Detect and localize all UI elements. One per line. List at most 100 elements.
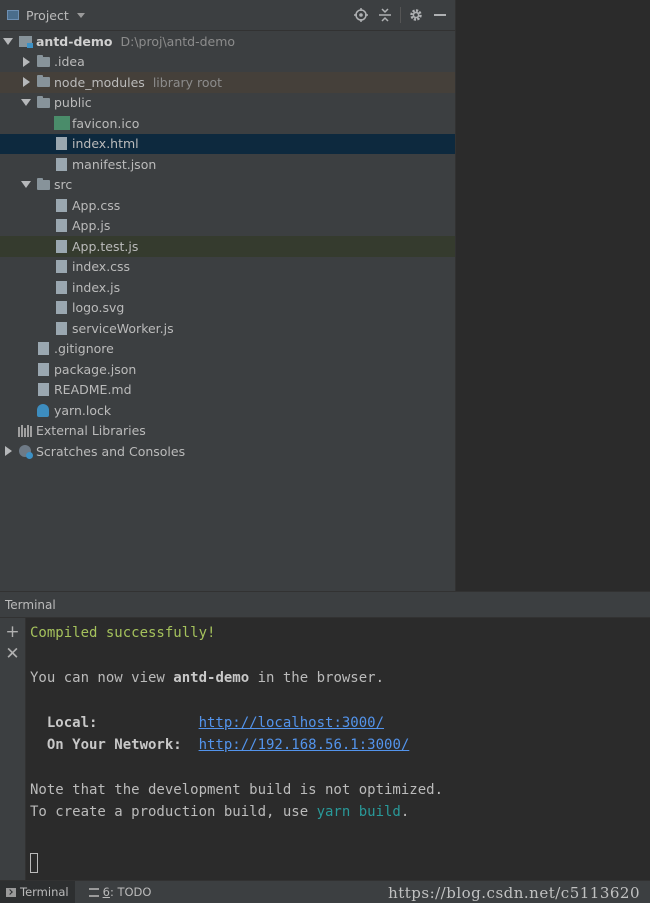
yarn-icon — [36, 403, 50, 417]
js-file-icon — [54, 219, 68, 233]
html-file-icon — [54, 137, 68, 151]
library-icon — [18, 424, 32, 438]
tree-item[interactable]: favicon.ico — [0, 113, 455, 134]
text-file-icon — [36, 342, 50, 356]
todo-tab-number: 6 — [102, 885, 110, 899]
tree-item[interactable]: index.html — [0, 133, 455, 154]
tree-item[interactable]: App.css — [0, 195, 455, 216]
collapsed-arrow-icon[interactable] — [20, 56, 32, 67]
tree-item[interactable]: Scratches and Consoles — [0, 441, 455, 462]
tree-item[interactable]: src — [0, 175, 455, 196]
tree-item[interactable]: index.css — [0, 257, 455, 278]
view-text-post: in the browser. — [249, 669, 385, 686]
scratches-icon — [18, 444, 33, 460]
tree-item[interactable]: antd-demo D:\proj\antd-demo — [0, 31, 455, 52]
folder-icon — [36, 177, 50, 192]
expanded-arrow-icon[interactable] — [2, 37, 14, 45]
tree-item[interactable]: public — [0, 93, 455, 114]
collapsed-arrow-icon[interactable] — [20, 77, 32, 88]
tree-item-label: External Libraries — [36, 423, 146, 439]
js-file-icon — [54, 280, 68, 294]
add-icon[interactable]: + — [0, 621, 25, 643]
tree-item-hint: library root — [152, 74, 223, 90]
tree-item[interactable]: README.md — [0, 380, 455, 401]
tree-item-label: App.js — [72, 218, 111, 234]
network-url-link[interactable]: http://192.168.56.1:3000/ — [199, 737, 410, 753]
prod-command: yarn build — [316, 804, 401, 821]
collapsed-arrow-icon[interactable] — [2, 446, 14, 457]
tree-item[interactable]: index.js — [0, 277, 455, 298]
view-message: You can now view antd-demo in the browse… — [30, 667, 650, 689]
js-file-icon — [54, 239, 68, 253]
terminal-cursor — [30, 852, 38, 873]
tree-item-label: package.json — [54, 361, 137, 377]
tree-item-label: logo.svg — [72, 300, 125, 316]
tree-item[interactable]: App.js — [0, 216, 455, 237]
css-file-icon — [54, 198, 68, 212]
tree-item-label: favicon.ico — [72, 115, 140, 131]
terminal-icon — [6, 887, 16, 897]
tree-item-label: node_modules — [54, 74, 145, 90]
tree-item[interactable]: logo.svg — [0, 298, 455, 319]
tree-item-label: index.css — [72, 259, 131, 275]
tree-item-label: .gitignore — [54, 341, 114, 357]
tree-item-label: yarn.lock — [54, 402, 112, 418]
project-panel-header: Project — [0, 0, 455, 31]
local-url-line: Local: http://localhost:3000/ — [30, 712, 650, 734]
app-name: antd-demo — [173, 669, 250, 686]
expanded-arrow-icon[interactable] — [20, 181, 32, 189]
terminal-output[interactable]: Compiled successfully! You can now view … — [26, 618, 650, 880]
project-panel-title[interactable]: Project — [26, 8, 69, 23]
tree-item-label: App.css — [72, 197, 121, 213]
tree-item-label: index.js — [72, 279, 121, 295]
project-panel: Project antd-demo D:\proj\antd-demo .idea n… — [0, 0, 455, 591]
tree-item[interactable]: .gitignore — [0, 339, 455, 360]
tree-item-label: manifest.json — [72, 156, 157, 172]
tree-item[interactable]: yarn.lock — [0, 400, 455, 421]
tree-item[interactable]: .idea — [0, 52, 455, 73]
md-file-icon — [36, 383, 50, 397]
tool-tab-terminal[interactable]: Terminal — [0, 881, 75, 903]
js-file-icon — [54, 321, 68, 335]
ico-file-icon — [53, 115, 70, 130]
watermark-text: https://blog.csdn.net/c5113620 — [388, 884, 640, 902]
close-icon[interactable]: ✕ — [0, 643, 25, 665]
tree-item[interactable]: manifest.json — [0, 154, 455, 175]
editor-area — [455, 0, 650, 591]
project-header-toolbar — [352, 6, 449, 24]
toolbar-divider — [400, 7, 401, 23]
module-icon — [18, 34, 33, 48]
chevron-down-icon[interactable] — [76, 12, 85, 18]
todo-list-icon — [88, 887, 99, 897]
folder-icon — [36, 95, 50, 110]
terminal-side-toolbar: + ✕ — [0, 618, 26, 880]
tree-item-label: README.md — [54, 382, 132, 398]
locate-icon[interactable] — [352, 6, 370, 24]
folder-icon — [36, 54, 50, 69]
collapse-all-icon[interactable] — [376, 6, 394, 24]
tree-item-label: App.test.js — [72, 238, 139, 254]
local-url-link[interactable]: http://localhost:3000/ — [199, 715, 384, 731]
prod-text-pre: To create a production build, use — [30, 804, 317, 821]
gear-icon[interactable] — [407, 6, 425, 24]
folder-icon — [36, 75, 50, 89]
json-file-icon — [36, 362, 50, 376]
tree-item[interactable]: External Libraries — [0, 421, 455, 442]
svg-file-icon — [54, 301, 68, 315]
expanded-arrow-icon[interactable] — [20, 99, 32, 107]
hide-panel-icon[interactable] — [431, 6, 449, 24]
view-text-pre: You can now view — [30, 669, 174, 686]
tree-item-label: index.html — [72, 136, 139, 152]
tree-item[interactable]: package.json — [0, 359, 455, 380]
bottom-tool-bar: Terminal 6: TODO https://blog.csdn.net/c… — [0, 880, 650, 903]
tree-item[interactable]: App.test.js — [0, 236, 455, 257]
tree-item[interactable]: serviceWorker.js — [0, 318, 455, 339]
tool-tab-todo[interactable]: 6: TODO — [83, 881, 158, 903]
tree-item[interactable]: node_modules library root — [0, 72, 455, 93]
todo-tab-label: : TODO — [109, 885, 152, 899]
tree-item-hint: D:\proj\antd-demo — [120, 33, 236, 49]
compiled-message: Compiled successfully! — [30, 625, 216, 641]
terminal-title: Terminal — [5, 597, 56, 612]
css-file-icon — [54, 260, 68, 274]
